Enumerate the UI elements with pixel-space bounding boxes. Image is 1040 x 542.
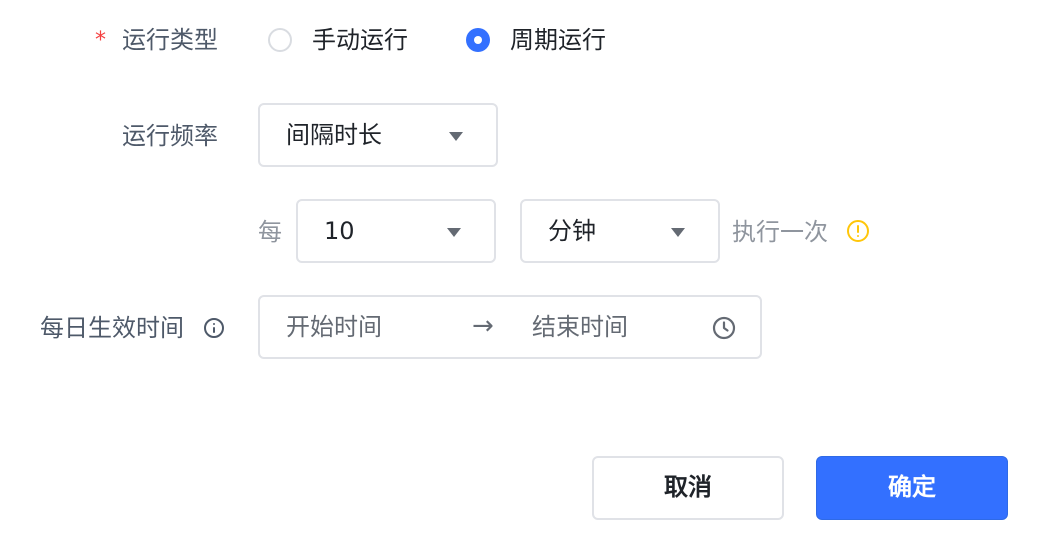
frequency-label: 运行频率 [122, 122, 218, 150]
caret-down-icon [447, 228, 461, 237]
arrow-right-icon: → [472, 311, 494, 341]
warning-icon[interactable] [847, 220, 869, 242]
radio-manual-run[interactable]: 手动运行 [268, 24, 418, 56]
interval-amount-select[interactable]: 10 [296, 199, 496, 263]
interval-amount-value: 10 [324, 217, 355, 245]
radio-unchecked-icon[interactable] [268, 28, 292, 52]
info-icon[interactable] [204, 318, 224, 338]
interval-suffix: 执行一次 [732, 218, 828, 246]
clock-icon[interactable] [712, 316, 736, 340]
effective-time-range-picker[interactable]: 开始时间 → 结束时间 [258, 295, 762, 359]
radio-checked-icon[interactable] [466, 28, 490, 52]
confirm-button[interactable]: 确定 [816, 456, 1008, 520]
radio-periodic-run[interactable]: 周期运行 [466, 24, 616, 56]
interval-unit-value: 分钟 [548, 217, 596, 245]
frequency-select[interactable]: 间隔时长 [258, 103, 498, 167]
start-time-input[interactable]: 开始时间 [286, 312, 382, 342]
frequency-select-value: 间隔时长 [286, 121, 382, 149]
radio-periodic-run-label: 周期运行 [510, 26, 606, 54]
interval-prefix: 每 [258, 218, 282, 246]
end-time-input[interactable]: 结束时间 [532, 312, 628, 342]
required-mark: * [95, 28, 106, 53]
radio-manual-run-label: 手动运行 [312, 26, 408, 54]
cancel-button[interactable]: 取消 [592, 456, 784, 520]
run-type-label: 运行类型 [122, 26, 218, 54]
caret-down-icon [671, 228, 685, 237]
interval-unit-select[interactable]: 分钟 [520, 199, 720, 263]
effective-time-label: 每日生效时间 [40, 314, 184, 342]
caret-down-icon [449, 132, 463, 141]
